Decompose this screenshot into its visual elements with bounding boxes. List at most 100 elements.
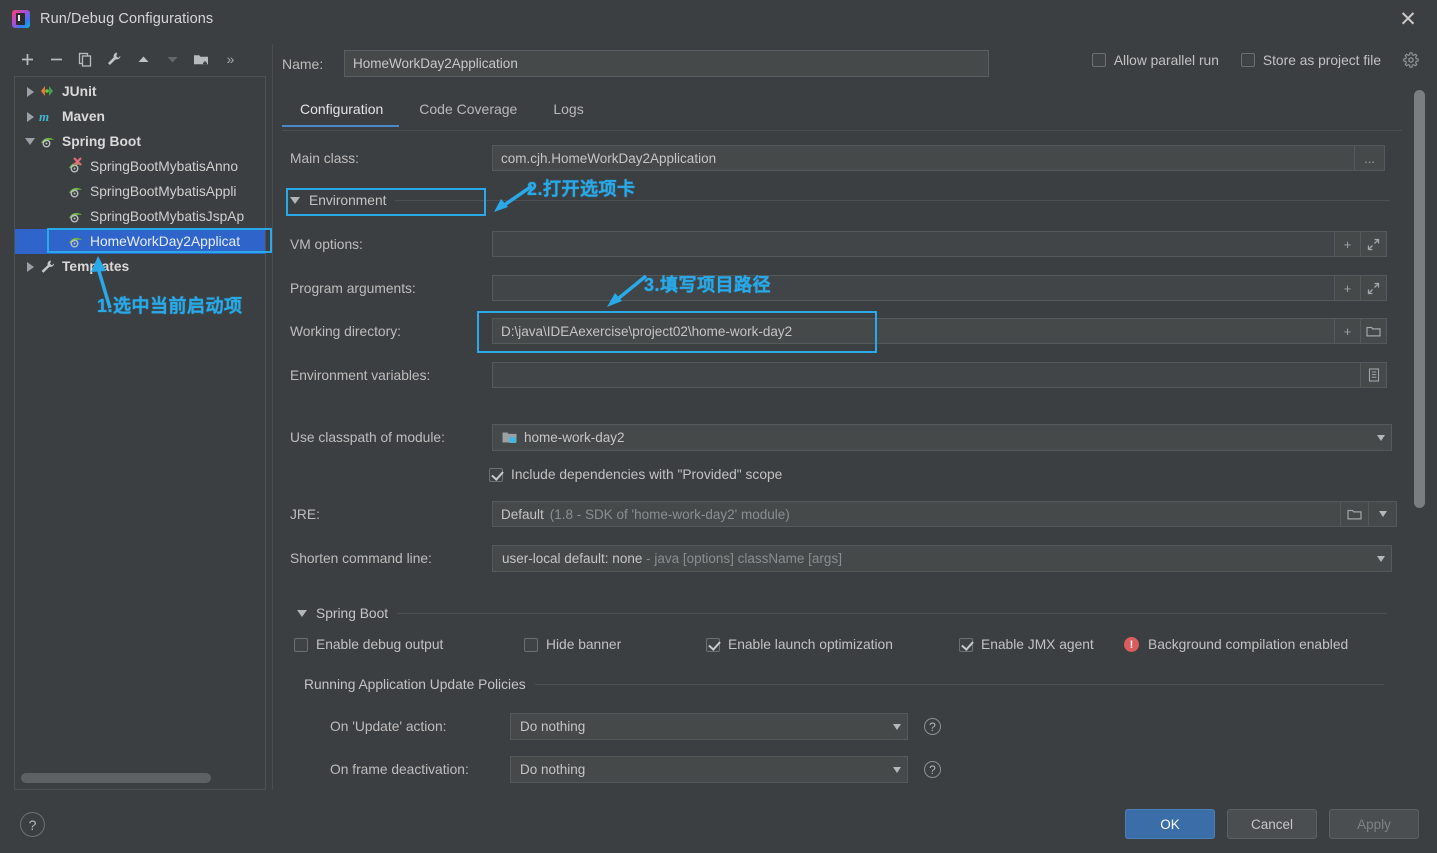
chevron-right-icon[interactable] [21,261,39,272]
shorten-command-line-hint: - java [options] className [args] [646,551,842,566]
environment-section-header[interactable]: Environment [290,193,1390,208]
enable-jmx-agent-checkbox[interactable]: Enable JMX agent [959,637,1124,652]
program-arguments-add-button[interactable]: + [1335,275,1361,301]
environment-variables-input[interactable] [492,362,1361,388]
store-as-project-file-label: Store as project file [1262,52,1381,68]
chevron-right-icon[interactable] [21,111,39,122]
module-icon [502,431,517,444]
tree-item-spring-boot[interactable]: Spring Boot [15,129,265,154]
spring-boot-section-label: Spring Boot [316,606,389,621]
enable-debug-output-checkbox[interactable]: Enable debug output [294,637,524,652]
section-divider [397,613,1387,614]
configuration-form: Main class: com.cjh.HomeWorkDay2Applicat… [282,140,1404,788]
chevron-right-icon[interactable] [21,86,39,97]
program-arguments-input[interactable] [492,275,1335,301]
name-input[interactable] [344,50,989,77]
on-frame-deactivation-help-icon[interactable]: ? [924,761,941,778]
on-update-action-label: On 'Update' action: [330,719,447,734]
twisty [25,138,35,145]
jre-input[interactable]: Default (1.8 - SDK of 'home-work-day2' m… [492,501,1341,527]
tree-item-label: SpringBootMybatisAnno [90,159,239,174]
checkbox-box [959,637,973,652]
apply-button[interactable]: Apply [1329,809,1419,839]
help-button[interactable]: ? [20,812,45,837]
jre-folder-button[interactable] [1341,501,1369,527]
tree-item-springbootmybatisanno[interactable]: SpringBootMybatisAnno [15,154,265,179]
spring-boot-run-icon [67,156,87,175]
folder-add-icon[interactable] [188,46,214,72]
include-provided-scope-checkbox[interactable]: Include dependencies with "Provided" sco… [489,467,782,482]
run-debug-configurations-dialog: Run/Debug Configurations ✕ » JUnit m Mav… [0,0,1437,853]
chevron-down-icon[interactable] [21,138,39,145]
jre-dropdown-button[interactable] [1369,501,1397,527]
store-as-project-file-checkbox[interactable]: Store as project file [1240,52,1381,68]
main-class-input[interactable]: com.cjh.HomeWorkDay2Application [492,145,1355,171]
annotation-fill-path: 3.填写项目路径 [644,275,772,295]
working-directory-add-button[interactable]: + [1335,318,1361,344]
vm-options-expand-button[interactable] [1361,231,1387,257]
tab-logs[interactable]: Logs [535,98,601,127]
use-classpath-of-module-select[interactable]: home-work-day2 [492,424,1392,451]
background-compilation-label: Background compilation enabled [1148,637,1349,652]
main-vertical-scrollbar[interactable] [1414,90,1425,508]
tree-item-label: Spring Boot [62,134,141,149]
enable-jmx-agent-label: Enable JMX agent [981,637,1094,652]
tree-item-label: Templates [62,259,130,274]
update-policies-section-header: Running Application Update Policies [304,677,1384,692]
spring-boot-options-row: Enable debug output Hide banner Enable l… [294,637,1348,652]
vm-options-add-button[interactable]: + [1335,231,1361,257]
ok-button[interactable]: OK [1125,809,1215,839]
chevron-down-icon [893,723,901,730]
enable-launch-optimization-label: Enable launch optimization [728,637,893,652]
hide-banner-checkbox[interactable]: Hide banner [524,637,706,652]
on-update-action-help-icon[interactable]: ? [924,718,941,735]
allow-parallel-run-checkbox[interactable]: Allow parallel run [1091,53,1219,68]
spring-boot-section-header[interactable]: Spring Boot [297,606,1387,621]
tree-item-springbootmybatisappli[interactable]: SpringBootMybatisAppli [15,179,265,204]
working-directory-input[interactable]: D:\java\IDEAexercise\project02\home-work… [492,318,1335,344]
add-configuration-button[interactable] [14,46,40,72]
spring-boot-icon [39,134,59,150]
on-update-action-value: Do nothing [520,719,586,734]
enable-launch-optimization-checkbox[interactable]: Enable launch optimization [706,637,959,652]
working-directory-folder-button[interactable] [1361,318,1387,344]
tab-code-coverage[interactable]: Code Coverage [401,98,535,127]
shorten-command-line-select[interactable]: user-local default: none - java [options… [492,545,1392,572]
background-compilation-warning: ! Background compilation enabled [1124,637,1348,652]
name-label: Name: [282,55,324,72]
annotation-open-tab: 2.打开选项卡 [527,179,636,199]
main-class-browse-button[interactable]: ... [1355,145,1385,171]
vm-options-input[interactable] [492,231,1335,257]
arrow-down-icon[interactable] [159,46,185,72]
cancel-button[interactable]: Cancel [1227,809,1317,839]
chevron-down-icon [1377,434,1385,441]
gear-icon[interactable] [1403,52,1419,68]
tree-item-homeworkday2applicat[interactable]: HomeWorkDay2Applicat [15,229,265,254]
program-arguments-expand-button[interactable] [1361,275,1387,301]
checkbox-box [706,637,720,652]
wrench-icon[interactable] [101,46,127,72]
on-frame-deactivation-row: On frame deactivation: Do nothing ? [330,756,941,783]
shorten-command-line-value: user-local default: none - java [options… [502,551,1371,566]
close-icon[interactable]: ✕ [1395,6,1421,32]
tree-horizontal-scrollbar[interactable] [21,773,211,783]
tree-item-maven[interactable]: m Maven [15,104,265,129]
chevron-double-right-icon[interactable]: » [217,46,243,72]
tab-configuration[interactable]: Configuration [282,98,401,127]
working-directory-row: Working directory: D:\java\IDEAexercise\… [290,318,1387,344]
tree-item-springbootmybatisjspap[interactable]: SpringBootMybatisJspAp [15,204,265,229]
environment-variables-row: Environment variables: [290,362,1387,388]
tree-item-junit[interactable]: JUnit [15,79,265,104]
environment-variables-list-button[interactable] [1361,362,1387,388]
section-divider [534,684,1384,685]
arrow-up-icon[interactable] [130,46,156,72]
on-update-action-select[interactable]: Do nothing [510,713,908,740]
checkbox-box [294,637,308,652]
panel-divider [272,44,273,790]
tree-item-templates[interactable]: Templates [15,254,265,279]
configurations-tree[interactable]: JUnit m Maven Spring Boot SpringBootMybatisA… [14,76,266,790]
copy-icon[interactable] [72,46,98,72]
jre-row: JRE: Default (1.8 - SDK of 'home-work-da… [290,501,1397,527]
on-frame-deactivation-select[interactable]: Do nothing [510,756,908,783]
remove-configuration-button[interactable] [43,46,69,72]
